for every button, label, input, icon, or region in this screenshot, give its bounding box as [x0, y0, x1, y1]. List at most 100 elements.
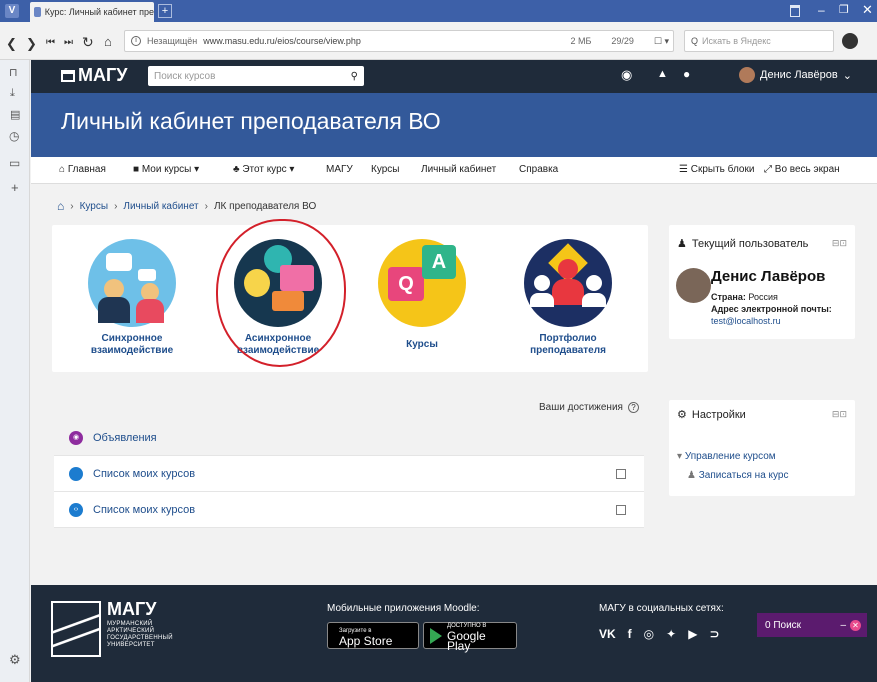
bookmark-icon[interactable]: ☐ ▾ [654, 36, 669, 47]
block-controls-icon[interactable]: ⊟⊡ [832, 409, 847, 420]
block-controls-icon[interactable]: ⊟⊡ [832, 238, 847, 249]
section-my-courses-1[interactable]: Список моих курсов [54, 456, 644, 492]
menu-my-courses[interactable]: ■ Мои курсы ▾ [133, 164, 199, 175]
bell-icon[interactable]: ▲ [657, 68, 668, 80]
manage-course-label: Управление курсом [684, 451, 776, 462]
search-box[interactable]: Q Искать в Яндекс [684, 30, 834, 52]
fast-forward-icon[interactable]: ⏭ [64, 37, 73, 48]
courses-icon[interactable]: Q A [378, 239, 466, 327]
portfolio-icon[interactable] [524, 239, 612, 327]
google-play-button[interactable]: ДОСТУПНО В Google Play [423, 622, 517, 653]
completion-checkbox[interactable] [616, 469, 626, 479]
minimize-button[interactable]: – [818, 3, 825, 17]
completion-checkbox[interactable] [616, 505, 626, 515]
notes-icon[interactable]: ▤ [10, 108, 20, 121]
browser-tab[interactable]: Курс: Личный кабинет пре [30, 2, 154, 22]
browser-side-panel: ⊓ ⤓ ▤ ◷ ▭ + ⚙ [0, 60, 30, 682]
section-title: Список моих курсов [93, 503, 196, 516]
menu-this-course[interactable]: ♣ Этот курс ▾ [233, 164, 294, 175]
footer-logo[interactable]: МАГУ [107, 599, 156, 620]
section-announcements[interactable]: ◉ Объявления [54, 420, 644, 456]
googleplay-text: Google Play [447, 628, 486, 653]
facebook-icon[interactable]: f [628, 627, 632, 641]
sitemap-icon: ♣ [233, 164, 240, 175]
menu-magu[interactable]: МАГУ [326, 164, 353, 175]
page-title: Личный кабинет преподавателя ВО [61, 108, 441, 134]
new-tab-button[interactable]: + [158, 4, 172, 18]
enrol-link[interactable]: ♟ Записаться на курс [687, 470, 788, 481]
eye-icon[interactable]: ◉ [621, 67, 632, 83]
chevron-down-icon: ⌄ [842, 69, 852, 82]
tile-label-sync[interactable]: Синхронное взаимодействие [77, 333, 187, 357]
instagram-icon[interactable]: ◎ [644, 627, 654, 641]
maximize-button[interactable]: ❐ [839, 3, 849, 16]
course-search-placeholder: Поиск курсов [154, 70, 216, 82]
favicon-icon [34, 7, 41, 17]
logo-text: МАГУ [78, 65, 128, 85]
help-icon[interactable]: ? [627, 402, 639, 413]
user-full-name[interactable]: Денис Лавёров [711, 268, 825, 285]
sync-interaction-icon[interactable] [88, 239, 176, 327]
back-icon[interactable]: ❮ [6, 36, 17, 52]
email-link[interactable]: test@localhost.ru [711, 316, 781, 326]
vk-icon[interactable]: VK [599, 627, 616, 641]
user-menu[interactable]: Денис Лавёров ⌄ [739, 67, 852, 83]
forward-icon[interactable]: ❯ [26, 36, 37, 52]
reload-icon[interactable]: ↻ [82, 34, 94, 51]
twitter-icon[interactable]: ✦ [666, 627, 676, 641]
security-label: Незащищён [147, 36, 198, 46]
url-field[interactable]: i Незащищён www.masu.edu.ru/eios/course/… [124, 30, 674, 52]
breadcrumb-courses[interactable]: Курсы [80, 201, 108, 212]
footer-apps-title: Мобильные приложения Moodle: [327, 603, 480, 614]
url-text: www.masu.edu.ru/eios/course/view.php [203, 36, 361, 46]
hide-blocks-button[interactable]: ☰ Скрыть блоки [679, 164, 754, 175]
appstore-text: App Store [339, 633, 393, 648]
course-menu-bar: ⌂ Главная ■ Мои курсы ▾ ♣ Этот курс ▾ МА… [31, 157, 877, 184]
history-icon[interactable]: ◷ [9, 129, 19, 143]
user-icon: ♟ [687, 470, 696, 481]
app-store-button[interactable]: Загрузите в App Store [327, 622, 419, 649]
achievements-link[interactable]: Ваши достижения ? [539, 402, 639, 413]
trash-icon[interactable] [790, 5, 800, 17]
browser-menu-icon[interactable]: V [5, 4, 19, 18]
breadcrumb-cabinet[interactable]: Личный кабинет [123, 201, 198, 212]
close-icon[interactable]: ✕ [850, 619, 861, 631]
search-icon[interactable]: ⚲ [351, 71, 358, 82]
hide-blocks-icon: ☰ [679, 164, 688, 175]
menu-cabinet[interactable]: Личный кабинет [421, 164, 496, 175]
search-widget[interactable]: 0 Поиск – ✕ [757, 613, 867, 637]
search-widget-label: 0 Поиск [765, 619, 802, 631]
home-icon[interactable]: ⌂ [104, 34, 112, 49]
fullscreen-button[interactable]: ⤢ Во весь экран [764, 164, 840, 175]
site-logo[interactable]: МАГУ [61, 65, 127, 86]
tile-label-portfolio[interactable]: Портфолио преподавателя [513, 333, 623, 357]
user-avatar [676, 268, 711, 303]
tab-title: Курс: Личный кабинет пре [44, 7, 154, 17]
menu-home[interactable]: ⌂ Главная [59, 164, 106, 175]
menu-courses[interactable]: Курсы [371, 164, 399, 175]
youtube-icon[interactable]: ▶ [688, 627, 697, 641]
page-header: Личный кабинет преподавателя ВО [31, 93, 877, 157]
user-icon: ♟ [677, 238, 687, 250]
minimize-icon[interactable]: – [840, 620, 846, 631]
rss-icon[interactable]: ⊃ [709, 627, 719, 641]
country-value: Россия [748, 292, 778, 302]
home-icon[interactable]: ⌂ [57, 199, 64, 213]
hide-blocks-label: Скрыть блоки [690, 164, 755, 175]
account-icon[interactable] [842, 33, 858, 49]
panels-icon[interactable]: ▭ [9, 156, 20, 170]
manage-course-link[interactable]: ▾ Управление курсом [677, 451, 776, 462]
bookmarks-icon[interactable]: ⊓ [9, 66, 18, 79]
downloads-icon[interactable]: ⤓ [10, 87, 15, 100]
menu-my-courses-label: Мои курсы [141, 164, 192, 175]
add-panel-icon[interactable]: + [11, 180, 19, 195]
tile-label-courses[interactable]: Курсы [367, 339, 477, 351]
menu-help[interactable]: Справка [519, 164, 558, 175]
close-button[interactable]: ✕ [862, 2, 873, 18]
course-search-input[interactable]: Поиск курсов ⚲ [148, 66, 364, 86]
rewind-icon[interactable]: ⏮ [46, 37, 55, 48]
footer-logo-emblem [51, 601, 101, 657]
section-my-courses-2[interactable]: ‹› Список моих курсов [54, 492, 644, 528]
messages-icon[interactable]: ● [683, 67, 690, 81]
settings-gear-icon[interactable]: ⚙ [9, 652, 21, 668]
